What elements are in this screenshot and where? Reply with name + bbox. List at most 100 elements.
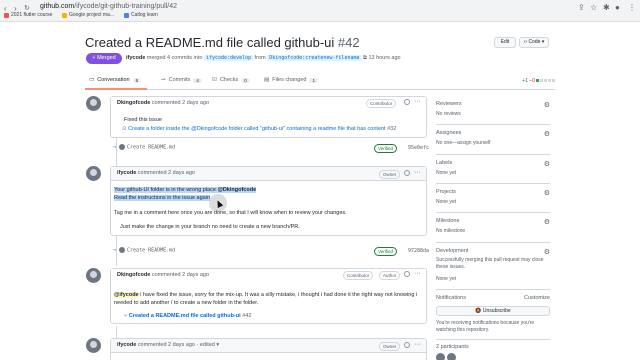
emoji-icon[interactable] bbox=[404, 342, 410, 348]
sidebar-notifications: Notifications Customize 🔕 Unsubscribe Yo… bbox=[436, 295, 550, 333]
comment-text: Your github-UI folder is in the wrong pl… bbox=[114, 187, 257, 193]
page-title: Created a README.md file called github-u… bbox=[85, 35, 360, 50]
tab-conversation[interactable]: ▭ Conversation 6 bbox=[89, 77, 142, 83]
code-button[interactable]: ‹› Code ▾ bbox=[519, 37, 549, 48]
commit-row: ⊸ Create README.md bbox=[113, 247, 176, 254]
comment: ifycode commented 2 days ago Owner ··· Y… bbox=[110, 166, 427, 236]
pr-tabs: ▭ Conversation 6 ⊸ Commits 4 ☑ Checks 0 ▤ Files… bbox=[85, 72, 555, 90]
gear-icon[interactable]: ⚙ bbox=[544, 101, 550, 109]
role-badge: Owner bbox=[379, 170, 401, 179]
avatar[interactable] bbox=[86, 166, 101, 181]
active-tab-indicator bbox=[85, 88, 147, 90]
verified-badge[interactable]: Verified bbox=[374, 247, 398, 256]
pr-ref[interactable]: ⑂ Created a README.md file called github… bbox=[124, 313, 251, 319]
more-options-icon[interactable]: ··· bbox=[414, 98, 421, 105]
sidebar-assignees[interactable]: Assignees No one—assign yourself ⚙ bbox=[436, 130, 550, 147]
avatar[interactable] bbox=[447, 353, 456, 360]
customize-link[interactable]: Customize bbox=[524, 295, 550, 301]
avatar[interactable] bbox=[86, 96, 101, 111]
author-link[interactable]: ifycode bbox=[126, 55, 145, 61]
code-icon: ‹› bbox=[523, 39, 528, 45]
more-options-icon[interactable]: ··· bbox=[414, 341, 421, 348]
avatar[interactable] bbox=[119, 144, 126, 150]
gear-icon[interactable]: ⚙ bbox=[544, 160, 550, 168]
commit-sha[interactable]: 97288da bbox=[408, 248, 429, 254]
pr-number: #42 bbox=[337, 35, 360, 50]
bookmark-item[interactable]: Catlog learn bbox=[124, 12, 158, 18]
head-branch[interactable]: Dkingofcode:createnew-filename bbox=[267, 55, 362, 61]
commit-icon: ⊸ bbox=[113, 144, 117, 151]
url-path: /ifycode/git-github-training/pull/42 bbox=[74, 3, 177, 10]
emoji-icon[interactable] bbox=[404, 170, 410, 176]
comment-icon: ▭ bbox=[89, 77, 95, 83]
tab-commits[interactable]: ⊸ Commits 4 bbox=[161, 77, 202, 83]
commit-row: ⊸ Create README.md bbox=[113, 144, 176, 151]
merge-icon: ⑂ bbox=[92, 55, 96, 61]
avatar[interactable] bbox=[86, 268, 101, 283]
role-badge: Contributor bbox=[343, 271, 374, 280]
bookmarks-bar: 2021 flutter course Google project ma...… bbox=[0, 11, 640, 22]
mouse-cursor bbox=[209, 194, 227, 212]
chevron-down-icon: ▾ bbox=[541, 39, 545, 45]
tab-files-changed[interactable]: ▤ Files changed 1 bbox=[264, 77, 318, 83]
sidebar-reviewers[interactable]: Reviewers No reviews ⚙ bbox=[436, 101, 550, 118]
sidebar-participants: 2 participants bbox=[436, 344, 550, 360]
unsubscribe-button[interactable]: 🔕 Unsubscribe bbox=[436, 306, 550, 316]
edited-dropdown[interactable]: edited bbox=[200, 342, 215, 348]
gear-icon[interactable]: ⚙ bbox=[544, 189, 550, 197]
merge-icon: ⑂ bbox=[124, 313, 128, 319]
gear-icon[interactable]: ⚙ bbox=[544, 248, 550, 256]
comment: Dkingofcode commented 2 days ago Contrib… bbox=[110, 268, 427, 324]
copy-icon[interactable]: ⧉ bbox=[363, 55, 367, 61]
avatar[interactable] bbox=[86, 338, 101, 353]
divider bbox=[436, 242, 550, 243]
divider bbox=[436, 212, 550, 213]
pr-time: 13 hours ago bbox=[368, 55, 401, 61]
gear-icon[interactable]: ⚙ bbox=[544, 218, 550, 226]
sidebar-projects[interactable]: Projects None yet ⚙ bbox=[436, 189, 550, 206]
pr-subtitle: ifycode merged 4 commits into ifycode:de… bbox=[126, 55, 401, 61]
commit-sha[interactable]: 95e0efc bbox=[408, 145, 429, 151]
checks-icon: ☑ bbox=[212, 77, 217, 83]
more-options-icon[interactable]: ··· bbox=[414, 270, 421, 277]
sidebar-labels[interactable]: Labels None yet ⚙ bbox=[436, 160, 550, 177]
bookmark-icon bbox=[4, 12, 9, 18]
divider bbox=[436, 154, 550, 155]
gear-icon[interactable]: ⚙ bbox=[544, 130, 550, 138]
bookmark-item[interactable]: 2021 flutter course bbox=[4, 12, 52, 18]
sidebar-milestone[interactable]: Milestone No milestone ⚙ bbox=[436, 218, 550, 235]
role-badge: Owner bbox=[379, 342, 401, 351]
commit-icon: ⊸ bbox=[161, 77, 166, 83]
divider bbox=[436, 289, 550, 290]
divider bbox=[436, 183, 550, 184]
tab-checks[interactable]: ☑ Checks 0 bbox=[212, 77, 250, 83]
verified-badge[interactable]: Verified bbox=[374, 144, 398, 153]
browser-chrome: ‹ › ↻ github.com/ifycode/git-github-trai… bbox=[0, 0, 640, 22]
url-host: github.com bbox=[40, 3, 75, 10]
comment: ifycode commented 2 days ago · edited ▾ … bbox=[110, 338, 427, 360]
comment-text: @ifycode i have fixed the issue, sorry f… bbox=[114, 292, 418, 298]
emoji-icon[interactable] bbox=[404, 99, 410, 105]
diffstat: +1 −0 bbox=[522, 78, 555, 84]
bookmark-item[interactable]: Google project ma... bbox=[62, 12, 114, 18]
issue-ref[interactable]: ⊙ Create a folder inside the @Dkingofcod… bbox=[122, 126, 396, 132]
commit-icon: ⊸ bbox=[113, 247, 117, 254]
role-badge: Author bbox=[379, 271, 401, 280]
file-diff-icon: ▤ bbox=[264, 77, 270, 83]
comment-text: Tag me in a comment here once you are do… bbox=[114, 210, 347, 216]
divider bbox=[436, 339, 550, 340]
bell-slash-icon: 🔕 bbox=[475, 308, 482, 314]
sidebar-development[interactable]: Development Successfully merging this pu… bbox=[436, 248, 550, 283]
edit-button[interactable]: Edit bbox=[494, 37, 516, 48]
avatar[interactable] bbox=[436, 353, 445, 360]
role-badge: Contributor bbox=[366, 99, 397, 108]
address-bar[interactable]: github.com/ifycode/git-github-training/p… bbox=[40, 3, 177, 10]
base-branch[interactable]: ifycode:develop bbox=[203, 55, 254, 61]
avatar[interactable] bbox=[119, 247, 126, 253]
more-options-icon[interactable]: ··· bbox=[414, 169, 421, 176]
bookmark-icon bbox=[124, 12, 129, 18]
chevron-down-icon: ▾ bbox=[216, 342, 220, 348]
emoji-icon[interactable] bbox=[404, 271, 410, 277]
comment-text: Just make the change in your branch no n… bbox=[120, 224, 300, 230]
issue-closed-icon: ⊙ bbox=[122, 126, 127, 132]
